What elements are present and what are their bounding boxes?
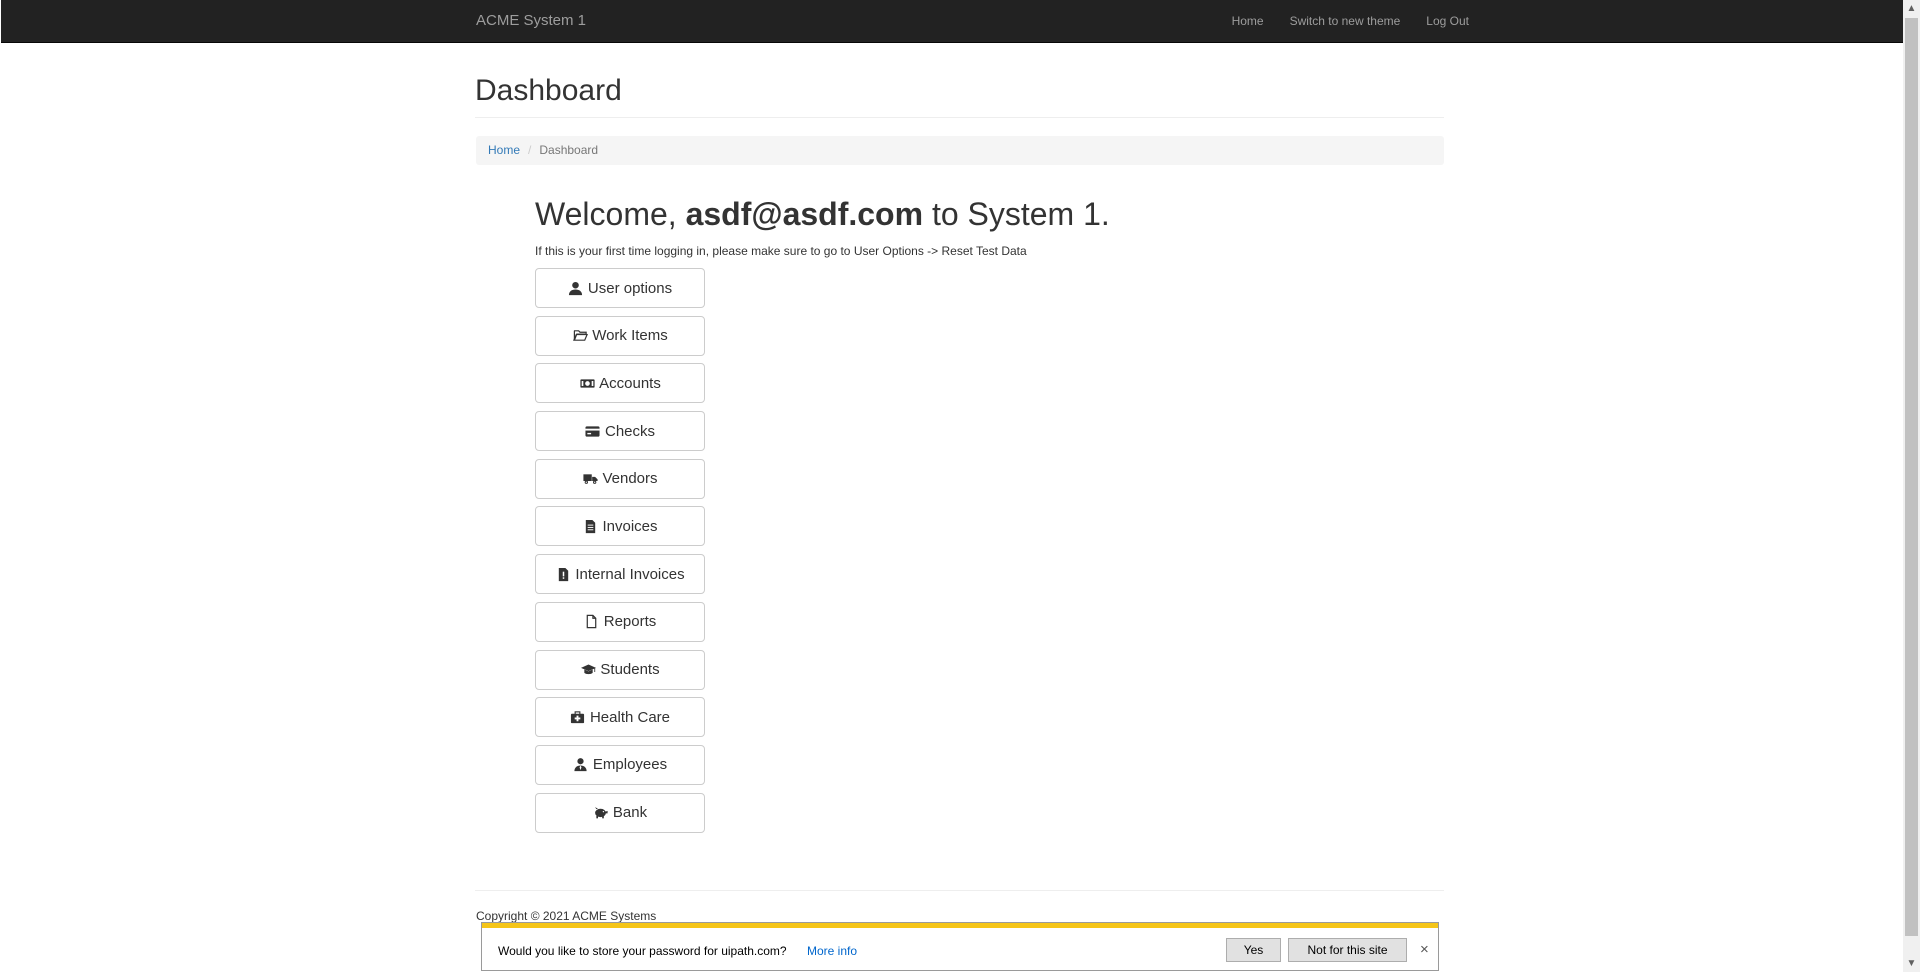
menu-label: Students [600,661,660,678]
breadcrumb-current: Dashboard [539,143,599,157]
folder-open-icon [572,328,588,344]
close-icon[interactable]: × [1420,941,1429,958]
document-alert-icon [555,566,571,582]
checks-button[interactable]: Checks [535,411,705,452]
user-options-button[interactable]: User options [535,268,705,308]
credit-card-icon [585,423,601,439]
vertical-scrollbar[interactable]: ▲ ▼ [1903,0,1920,972]
menu-label: User options [587,279,673,297]
not-for-this-site-button[interactable]: Not for this site [1288,938,1407,962]
menu-label: Employees [592,756,668,774]
nav-switch-theme-link[interactable]: Switch to new theme [1290,14,1401,28]
vendors-button[interactable]: Vendors [535,458,705,499]
first-login-hint: If this is your first time logging in, p… [535,244,1027,258]
breadcrumb-separator: / [528,143,532,157]
menu-label: Vendors [602,470,658,488]
health-care-button[interactable]: Health Care [535,697,705,738]
top-navbar: ACME System 1 Home Switch to new theme L… [1,0,1904,43]
more-info-link[interactable]: More info [807,944,857,958]
bank-button[interactable]: Bank [535,792,705,833]
work-items-button[interactable]: Work Items [535,315,705,356]
brand-title[interactable]: ACME System 1 [476,12,586,29]
breadcrumb-home-link[interactable]: Home [488,143,520,157]
breadcrumb: Home / Dashboard [476,136,1444,165]
medkit-icon [570,709,586,725]
welcome-heading: Welcome, asdf@asdf.com to System 1. [535,196,1110,233]
user-icon [568,280,584,296]
menu-label: Checks [604,422,656,440]
copyright-text: Copyright © 2021 ACME Systems [476,909,657,923]
invoices-button[interactable]: Invoices [535,506,705,547]
document-icon [582,518,598,534]
menu-label: Reports [603,613,657,631]
scroll-down-icon[interactable]: ▼ [1903,955,1920,972]
file-icon [584,614,600,630]
scroll-up-icon[interactable]: ▲ [1903,0,1920,17]
piggy-bank-icon [593,805,609,821]
page-title: Dashboard [475,74,622,107]
welcome-user: asdf@asdf.com [685,196,924,232]
money-icon [579,375,595,391]
menu-label: Health Care [589,708,671,726]
dashboard-menu: User options Work Items Accounts Checks … [535,268,705,840]
employee-icon [573,757,589,773]
employees-button[interactable]: Employees [535,744,705,785]
internal-invoices-button[interactable]: Internal Invoices [535,554,705,595]
menu-label: Accounts [599,374,661,392]
title-divider [475,117,1444,118]
save-password-yes-button[interactable]: Yes [1226,938,1281,962]
footer-divider [475,890,1444,891]
nav-logout-link[interactable]: Log Out [1426,14,1469,28]
nav-home-link[interactable]: Home [1232,14,1264,28]
welcome-suffix: to System 1. [923,196,1110,232]
menu-label: Work Items [592,327,668,345]
menu-label: Bank [612,804,648,822]
graduation-cap-icon [580,662,596,678]
welcome-prefix: Welcome, [535,196,686,232]
menu-label: Internal Invoices [575,565,685,583]
accounts-button[interactable]: Accounts [535,363,705,404]
students-button[interactable]: Students [535,649,705,690]
scrollbar-thumb[interactable] [1905,18,1918,936]
prompt-accent-strip [482,923,1438,928]
save-password-bar: Would you like to store your password fo… [481,922,1439,971]
reports-button[interactable]: Reports [535,601,705,642]
truck-icon [582,471,598,487]
save-password-message: Would you like to store your password fo… [498,944,787,958]
nav-links: Home Switch to new theme Log Out [1206,14,1469,28]
menu-label: Invoices [602,517,658,535]
